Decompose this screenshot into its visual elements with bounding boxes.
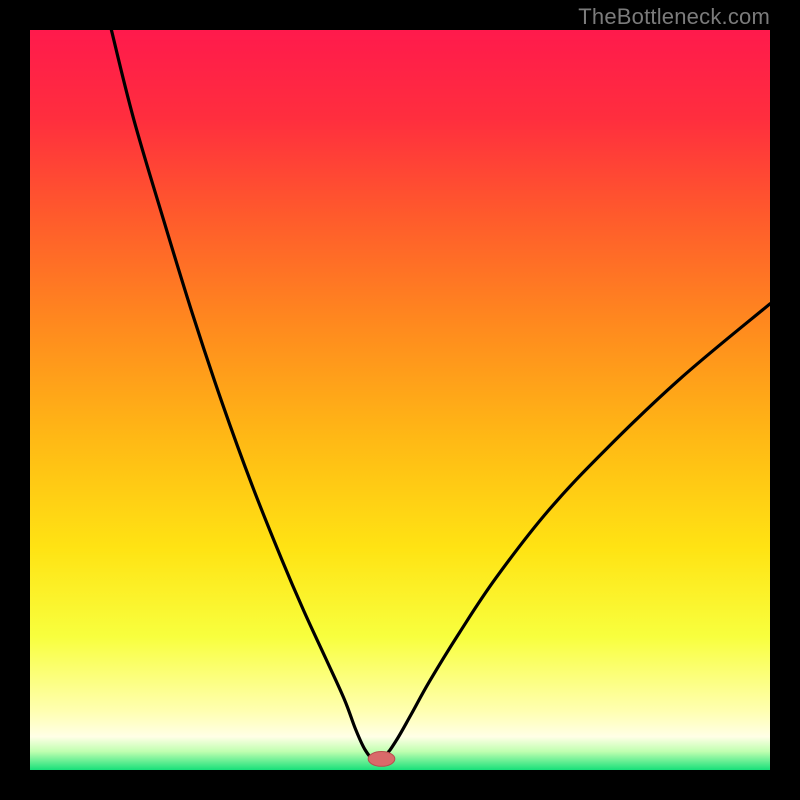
chart-frame: TheBottleneck.com <box>0 0 800 800</box>
min-marker <box>368 752 395 767</box>
plot-area <box>30 30 770 770</box>
watermark-text: TheBottleneck.com <box>578 4 770 30</box>
bottleneck-chart <box>30 30 770 770</box>
